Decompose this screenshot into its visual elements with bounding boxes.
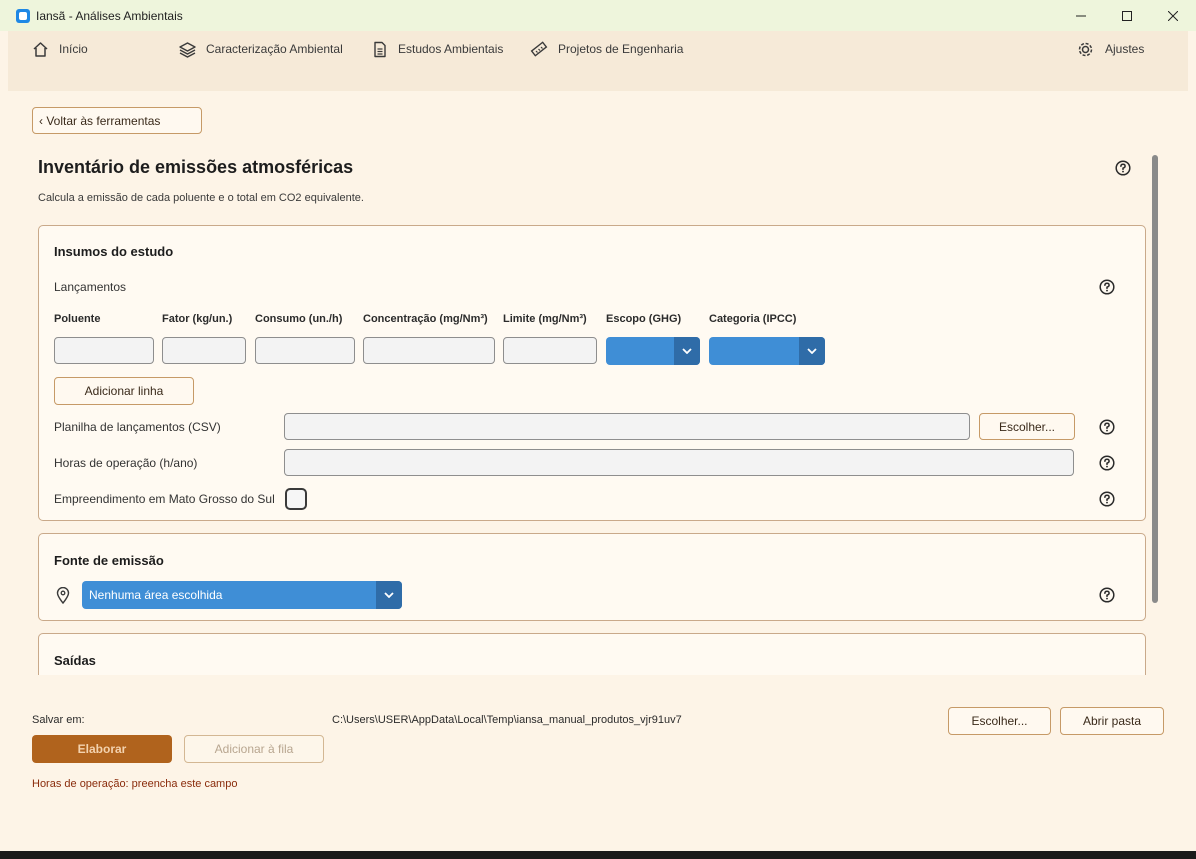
- outputs-panel: Saídas: [38, 633, 1146, 675]
- nav-item-estudos[interactable]: Estudos Ambientais: [372, 39, 503, 59]
- inputs-panel: Insumos do estudo Lançamentos Poluente F…: [38, 225, 1146, 521]
- nav-item-label: Início: [59, 42, 88, 56]
- ruler-icon: [530, 40, 548, 57]
- chevron-down-icon: [799, 337, 825, 365]
- poluente-input[interactable]: [54, 337, 154, 364]
- minimize-icon: [1076, 15, 1086, 16]
- consumo-input[interactable]: [255, 337, 355, 364]
- close-button[interactable]: [1150, 0, 1196, 31]
- chevron-down-icon: [376, 581, 402, 609]
- area-dropdown[interactable]: Nenhuma área escolhida: [82, 581, 402, 609]
- main-content: ‹ Voltar às ferramentas Inventário de em…: [8, 91, 1188, 851]
- help-icon[interactable]: [1115, 160, 1131, 176]
- title-bar: Iansã - Análises Ambientais: [0, 0, 1196, 31]
- hours-label: Horas de operação (h/ano): [54, 456, 198, 470]
- nav-item-inicio[interactable]: Início: [32, 39, 88, 59]
- add-to-queue-button[interactable]: Adicionar à fila: [184, 735, 324, 763]
- help-icon[interactable]: [1099, 587, 1115, 603]
- window-controls: [1058, 0, 1196, 31]
- source-panel-title: Fonte de emissão: [54, 553, 164, 568]
- categoria-dropdown[interactable]: [709, 337, 825, 365]
- maximize-button[interactable]: [1104, 0, 1150, 31]
- choose-folder-button[interactable]: Escolher...: [948, 707, 1051, 735]
- scrollbar-thumb[interactable]: [1152, 155, 1158, 603]
- app-logo-icon: [16, 8, 30, 23]
- chevron-down-icon: [674, 337, 700, 365]
- help-icon[interactable]: [1099, 279, 1115, 295]
- home-icon: [33, 41, 48, 57]
- help-icon[interactable]: [1099, 419, 1115, 435]
- open-folder-button[interactable]: Abrir pasta: [1060, 707, 1164, 735]
- ms-label: Empreendimento em Mato Grosso do Sul: [54, 492, 275, 506]
- map-pin-icon: [56, 587, 70, 604]
- nav-item-projetos[interactable]: Projetos de Engenharia: [530, 39, 683, 59]
- layers-icon: [179, 41, 196, 58]
- gear-icon: [1078, 42, 1093, 56]
- area-dropdown-value: Nenhuma área escolhida: [89, 588, 223, 602]
- column-header-escopo: Escopo (GHG): [606, 313, 682, 325]
- fator-input[interactable]: [162, 337, 246, 364]
- outputs-panel-title: Saídas: [54, 653, 96, 668]
- save-path: C:\Users\USER\AppData\Local\Temp\iansa_m…: [332, 714, 682, 726]
- page-title: Inventário de emissões atmosféricas: [38, 157, 354, 177]
- choose-csv-button[interactable]: Escolher...: [979, 413, 1075, 440]
- app-window: Iansã - Análises Ambientais Início Carac…: [0, 0, 1196, 851]
- help-icon[interactable]: [1099, 455, 1115, 471]
- column-header-poluente: Poluente: [54, 313, 101, 325]
- escopo-dropdown[interactable]: [606, 337, 700, 365]
- column-header-limite: Limite (mg/Nm³): [503, 313, 587, 325]
- csv-path-field[interactable]: [284, 413, 970, 440]
- validation-error: Horas de operação: preencha este campo: [32, 778, 238, 790]
- nav-item-caracterizacao[interactable]: Caracterização Ambiental: [179, 39, 343, 59]
- nav-item-ajustes[interactable]: Ajustes: [1076, 39, 1144, 59]
- column-header-fator: Fator (kg/un.): [162, 313, 233, 325]
- document-icon: [374, 41, 386, 57]
- column-header-concentracao: Concentração (mg/Nm³): [363, 313, 488, 325]
- add-row-button[interactable]: Adicionar linha: [54, 377, 194, 405]
- back-button[interactable]: ‹ Voltar às ferramentas: [32, 107, 202, 134]
- column-header-consumo: Consumo (un./h): [255, 313, 343, 325]
- csv-label: Planilha de lançamentos (CSV): [54, 420, 221, 434]
- releases-label: Lançamentos: [54, 280, 127, 294]
- concentracao-input[interactable]: [363, 337, 495, 364]
- page-subtitle: Calcula a emissão de cada poluente e o t…: [38, 192, 364, 204]
- elaborar-button[interactable]: Elaborar: [32, 735, 172, 763]
- minimize-button[interactable]: [1058, 0, 1104, 31]
- limite-input[interactable]: [503, 337, 597, 364]
- close-icon: [1168, 10, 1178, 21]
- nav-item-label: Projetos de Engenharia: [558, 42, 684, 56]
- window-title: Iansã - Análises Ambientais: [36, 8, 183, 23]
- save-label: Salvar em:: [32, 714, 85, 726]
- footer-area: [8, 675, 1188, 851]
- ms-checkbox[interactable]: [285, 488, 307, 510]
- source-panel: Fonte de emissão Nenhuma área escolhida: [38, 533, 1146, 621]
- column-header-categoria: Categoria (IPCC): [709, 313, 797, 325]
- maximize-icon: [1122, 10, 1132, 21]
- help-icon[interactable]: [1099, 491, 1115, 507]
- nav-item-label: Caracterização Ambiental: [206, 42, 343, 56]
- inputs-panel-title: Insumos do estudo: [54, 244, 174, 259]
- nav-item-label: Ajustes: [1105, 42, 1145, 56]
- nav-item-label: Estudos Ambientais: [398, 42, 504, 56]
- top-navbar: Início Caracterização Ambiental Estudos …: [8, 31, 1188, 91]
- hours-input[interactable]: [284, 449, 1074, 476]
